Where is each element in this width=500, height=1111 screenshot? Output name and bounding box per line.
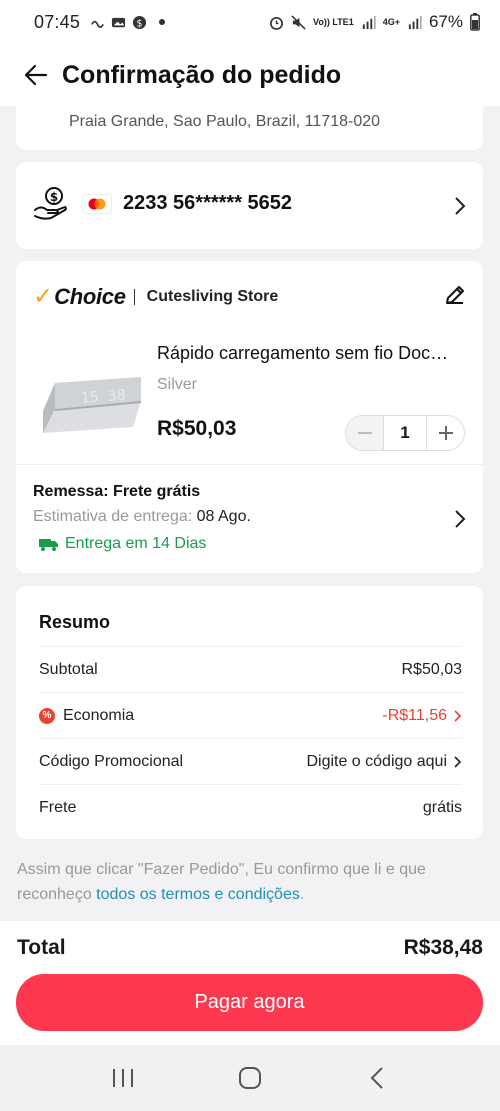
store-header: ✓ Choice Cutesliving Store — [33, 282, 278, 311]
system-navigation-bar — [0, 1045, 500, 1111]
pay-now-button[interactable]: Pagar agora — [16, 974, 483, 1031]
shipping-fee-value: grátis — [422, 798, 462, 816]
total-value: R$38,48 — [403, 936, 483, 959]
minus-icon — [357, 432, 372, 434]
delivery-time: Entrega em 14 Dias — [39, 535, 206, 553]
increase-quantity-button[interactable] — [426, 416, 464, 450]
product-card: ✓ Choice Cutesliving Store 15 38 Rápido … — [16, 261, 483, 573]
home-button[interactable] — [230, 1058, 270, 1098]
choice-badge: Choice — [54, 283, 126, 309]
signal-icon-2 — [408, 15, 422, 29]
network-type: 4G+ — [382, 17, 400, 27]
back-button[interactable] — [22, 61, 50, 89]
svg-text:$: $ — [137, 18, 143, 29]
delivery-truck-icon — [39, 539, 58, 551]
chevron-right-icon — [454, 755, 462, 768]
shipping-method: Remessa: Frete grátis — [33, 483, 201, 500]
battery-icon — [470, 13, 480, 31]
address-line: Praia Grande, Sao Paulo, Brazil, 11718-0… — [69, 113, 381, 130]
signal-icon — [362, 15, 376, 29]
chevron-right-icon[interactable] — [453, 509, 467, 529]
summary-title: Resumo — [39, 612, 111, 632]
status-bar: 07:45 $ Vo)) LTE1 4G+ 67% — [0, 0, 500, 44]
total-label: Total — [17, 936, 66, 959]
discount-percent-icon: % — [39, 707, 55, 724]
battery-percent: 67% — [428, 12, 463, 31]
system-back-button[interactable] — [357, 1058, 397, 1098]
plus-icon — [438, 426, 453, 440]
card-number: 2233 56****** 5652 — [123, 192, 293, 214]
divider — [16, 464, 483, 465]
checkout-footer: Total R$38,48 Pagar agora — [0, 921, 500, 1045]
address-card[interactable]: Praia Grande, Sao Paulo, Brazil, 11718-0… — [16, 95, 483, 150]
shipping-fee-row: Frete grátis — [39, 784, 462, 830]
terms-link[interactable]: todos os termos e condições — [96, 886, 300, 903]
mastercard-icon — [82, 194, 112, 214]
quantity-value[interactable]: 1 — [384, 423, 426, 443]
divider — [133, 288, 135, 305]
arrow-left-icon — [24, 64, 48, 86]
promo-code-input[interactable]: Digite o código aqui — [306, 753, 447, 771]
decrease-quantity-button[interactable] — [346, 416, 384, 450]
delivery-text: Entrega em 14 Dias — [65, 535, 207, 552]
savings-row[interactable]: % Economia -R$11,56 — [39, 692, 462, 738]
notification-icon — [91, 20, 104, 28]
terms-end: . — [299, 886, 305, 903]
check-icon: ✓ — [33, 283, 54, 310]
svg-text:$: $ — [50, 190, 58, 204]
promo-code-row[interactable]: Código Promocional Digite o código aqui — [39, 738, 462, 784]
promo-code-label: Código Promocional — [39, 752, 184, 770]
quantity-stepper: 1 — [345, 415, 465, 451]
store-name[interactable]: Cutesliving Store — [147, 288, 279, 306]
terms-notice: Assim que clicar "Fazer Pedido", Eu conf… — [17, 857, 477, 907]
delivery-estimate: Estimativa de entrega: 08 Ago. — [33, 508, 251, 526]
shipping-fee-label: Frete — [39, 798, 77, 816]
more-notifications-icon — [159, 19, 166, 25]
status-time: 07:45 — [34, 11, 81, 32]
chevron-left-icon — [370, 1067, 383, 1089]
recent-apps-button[interactable] — [103, 1058, 143, 1098]
subtotal-label: Subtotal — [39, 660, 98, 678]
payment-method-card[interactable]: $ 2233 56****** 5652 — [16, 162, 483, 249]
volte-indicator: Vo)) LTE1 — [313, 16, 354, 27]
product-title[interactable]: Rápido carregamento sem fio Doc… — [157, 343, 469, 364]
savings-label: Economia — [63, 706, 135, 724]
savings-value: -R$11,56 — [382, 706, 447, 724]
order-summary-card: Resumo Subtotal R$50,03 % Economia -R$11… — [16, 586, 483, 839]
chevron-right-icon — [455, 197, 466, 215]
eta-date: 08 Ago. — [196, 508, 251, 525]
dollar-icon: $ — [132, 15, 147, 29]
subtotal-row: Subtotal R$50,03 — [39, 646, 462, 692]
home-icon — [238, 1067, 261, 1089]
alarm-icon — [270, 16, 283, 30]
eta-label: Estimativa de entrega: — [33, 508, 197, 525]
recent-apps-icon — [113, 1069, 134, 1087]
subtotal-value: R$50,03 — [401, 660, 463, 678]
svg-text:15 38: 15 38 — [80, 386, 126, 407]
product-price: R$50,03 — [157, 417, 237, 440]
mute-icon — [291, 14, 306, 30]
edit-pencil-icon[interactable] — [443, 283, 467, 307]
hand-money-icon: $ — [34, 187, 67, 220]
chevron-right-icon — [454, 709, 462, 722]
product-variant: Silver — [157, 376, 198, 393]
page-title: Confirmação do pedido — [62, 60, 342, 89]
gallery-icon — [111, 17, 126, 27]
product-image[interactable]: 15 38 — [33, 341, 145, 453]
